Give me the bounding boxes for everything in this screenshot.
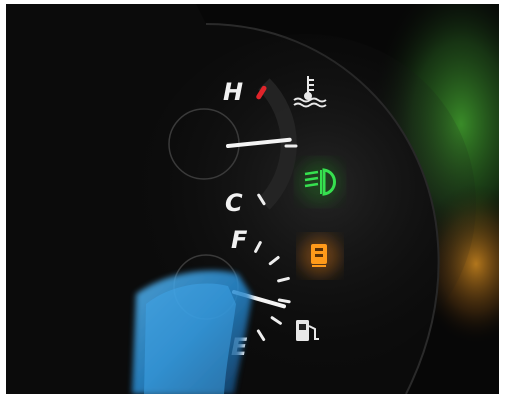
temperature-cold-label: C (225, 189, 243, 217)
blue-glare-reflection (132, 270, 252, 394)
fog-light-icon (298, 160, 342, 204)
gauge-tick (277, 298, 291, 304)
temperature-hot-label: H (223, 78, 243, 106)
instrument-cluster: H C F (6, 4, 499, 394)
dashboard-photo: H C F (6, 4, 499, 394)
seat-heater-icon (300, 236, 340, 276)
photo-frame: H C F (0, 0, 505, 401)
fuel-full-label: F (231, 226, 248, 254)
